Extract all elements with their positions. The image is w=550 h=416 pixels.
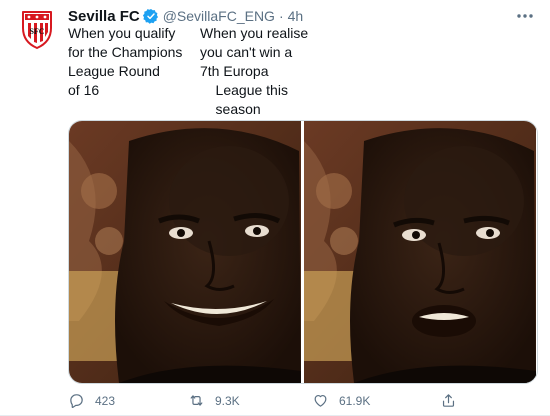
meme-image-disappointed[interactable] bbox=[304, 121, 536, 383]
reply-icon bbox=[70, 394, 83, 409]
avatar[interactable]: SFC bbox=[14, 6, 60, 52]
sevilla-crest-icon: SFC bbox=[22, 11, 52, 50]
reply-button[interactable]: 423 bbox=[68, 392, 115, 409]
heart-icon bbox=[314, 394, 327, 407]
media-grid[interactable] bbox=[68, 120, 538, 384]
retweet-count: 9.3K bbox=[215, 393, 240, 408]
more-options-icon[interactable] bbox=[514, 6, 536, 26]
separator-dot: · bbox=[278, 8, 284, 24]
meme-image-happy[interactable] bbox=[69, 121, 301, 383]
share-icon bbox=[442, 394, 455, 407]
verified-badge-icon bbox=[142, 8, 159, 24]
retweet-button[interactable]: 9.3K bbox=[188, 392, 240, 409]
timestamp[interactable]: 4h bbox=[288, 8, 304, 24]
svg-text:SFC: SFC bbox=[29, 27, 44, 36]
display-name[interactable]: Sevilla FC bbox=[68, 8, 140, 25]
tweet-text-right: When you realise you can't win a 7th Eur… bbox=[200, 25, 309, 117]
tweet-header: Sevilla FC @SevillaFC_ENG · 4h bbox=[68, 6, 303, 26]
retweet-icon bbox=[190, 395, 203, 406]
like-button[interactable]: 61.9K bbox=[312, 392, 370, 409]
like-count: 61.9K bbox=[339, 393, 371, 408]
share-button[interactable] bbox=[440, 392, 457, 409]
user-handle[interactable]: @SevillaFC_ENG bbox=[163, 8, 275, 24]
tweet-actions: 423 9.3K 61.9K bbox=[68, 392, 538, 412]
tweet-text-left: When you qualify for the Champions Leagu… bbox=[68, 25, 183, 98]
tweet-card[interactable]: SFC Sevilla FC @SevillaFC_ENG · 4h When … bbox=[0, 0, 550, 416]
reply-count: 423 bbox=[95, 393, 116, 408]
